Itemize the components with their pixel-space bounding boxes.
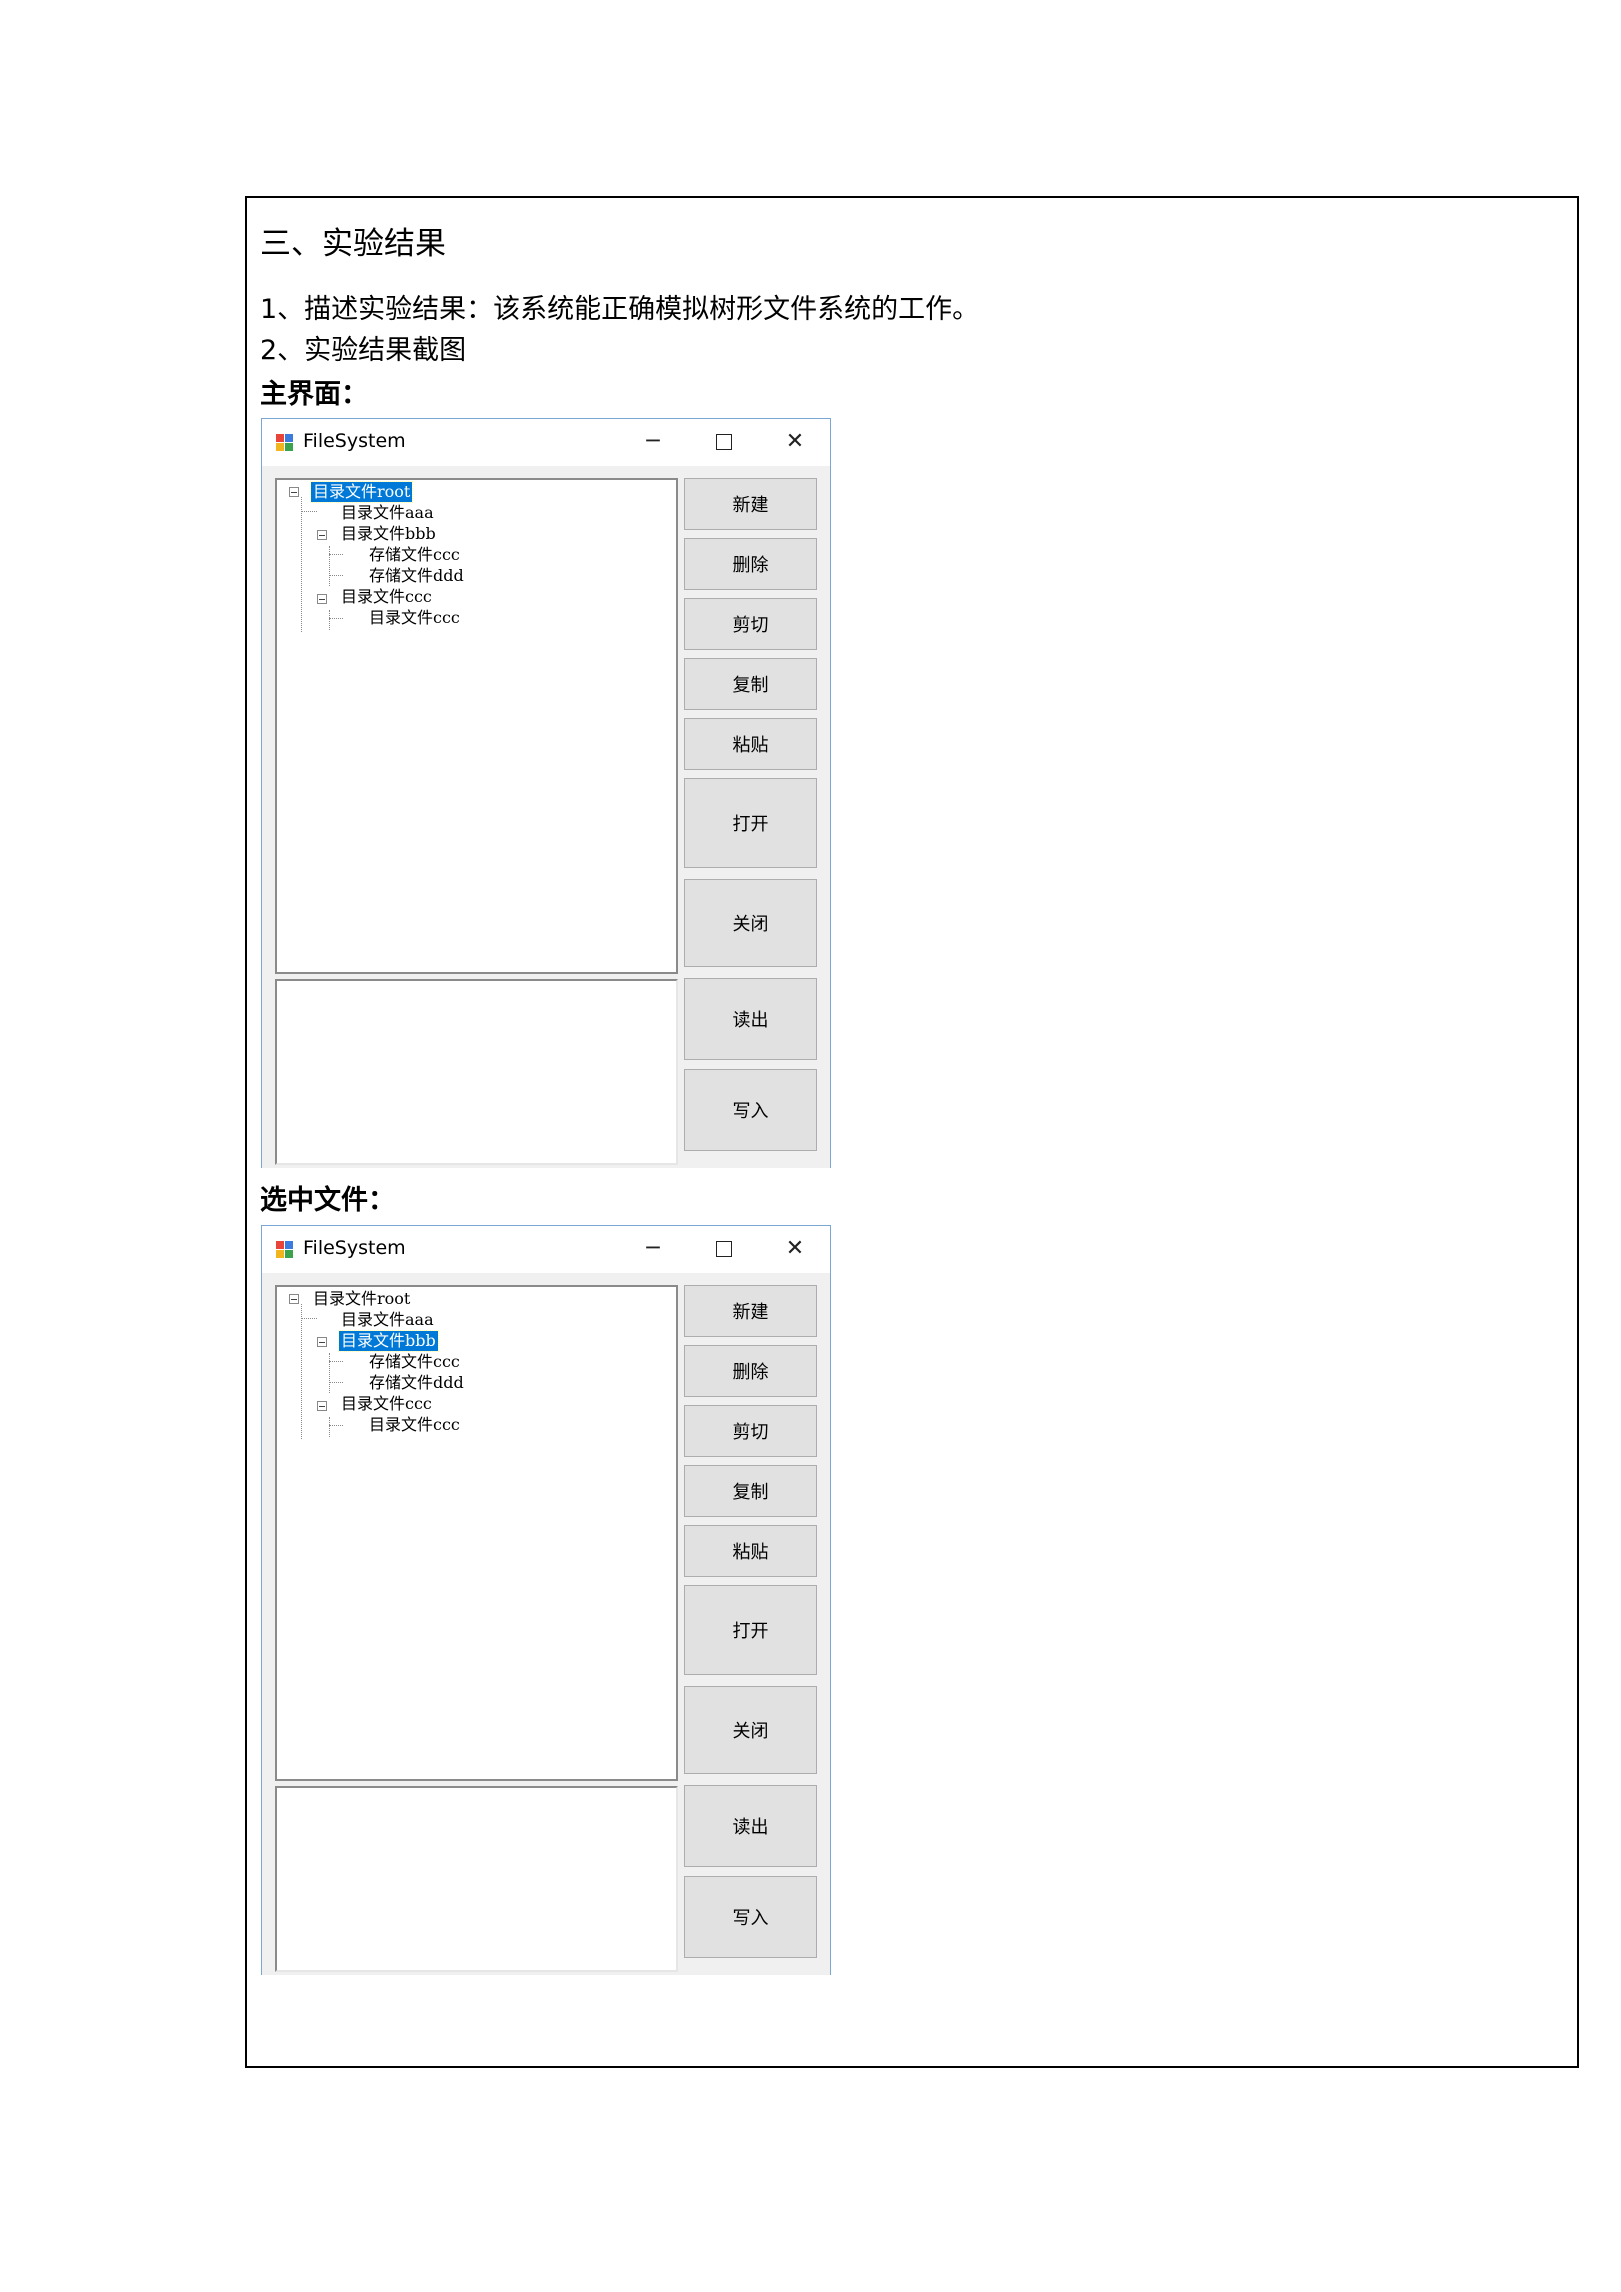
tree-guide-line xyxy=(329,575,343,576)
figure-caption-main: 主界面： xyxy=(260,379,368,410)
tree-guide-line xyxy=(301,497,302,632)
window-title: FileSystem xyxy=(303,1237,406,1259)
tree-guide-line xyxy=(301,1318,317,1319)
tree-guide-line xyxy=(301,511,317,512)
app-icon xyxy=(276,1241,294,1259)
tree-node-aaa[interactable]: 目录文件aaa xyxy=(339,503,436,523)
tree-guide-line xyxy=(329,546,330,586)
delete-button[interactable]: 删除 xyxy=(684,538,817,590)
window-title: FileSystem xyxy=(303,430,406,452)
maximize-button[interactable] xyxy=(708,427,740,457)
read-button[interactable]: 读出 xyxy=(684,978,817,1060)
figure-caption-selected: 选中文件： xyxy=(260,1185,395,1216)
filesystem-window-main: FileSystem ─ ✕ 目录文件root 目录文件aaa 目录文件bbb … xyxy=(261,418,831,1168)
tree-guide-line xyxy=(329,1361,343,1362)
filesystem-window-selected: FileSystem ─ ✕ 目录文件root 目录文件aaa 目录文件bbb … xyxy=(261,1225,831,1975)
collapse-icon[interactable] xyxy=(289,487,299,497)
tree-node-ccc-dir[interactable]: 目录文件ccc xyxy=(339,587,434,607)
tree-node-ccc-file[interactable]: 存储文件ccc xyxy=(367,545,462,565)
open-button[interactable]: 打开 xyxy=(684,1585,817,1675)
tree-node-ccc-file[interactable]: 存储文件ccc xyxy=(367,1352,462,1372)
tree-guide-line xyxy=(329,1417,330,1437)
tree-node-aaa[interactable]: 目录文件aaa xyxy=(339,1310,436,1330)
screenshot-heading: 2、实验结果截图 xyxy=(260,335,467,366)
tree-guide-line xyxy=(329,610,330,630)
content-textbox[interactable] xyxy=(275,979,678,1165)
content-textbox[interactable] xyxy=(275,1786,678,1972)
tree-guide-line xyxy=(329,1353,330,1393)
maximize-icon xyxy=(716,1241,732,1257)
collapse-icon[interactable] xyxy=(317,1337,327,1347)
write-button[interactable]: 写入 xyxy=(684,1069,817,1151)
tree-node-ccc-subdir[interactable]: 目录文件ccc xyxy=(367,608,462,628)
title-bar[interactable]: FileSystem ─ ✕ xyxy=(262,1226,830,1273)
close-button[interactable]: ✕ xyxy=(779,427,811,457)
new-button[interactable]: 新建 xyxy=(684,1285,817,1337)
close-button[interactable]: ✕ xyxy=(779,1234,811,1264)
tree-node-bbb[interactable]: 目录文件bbb xyxy=(338,1330,439,1352)
app-icon xyxy=(276,434,294,452)
tree-node-ccc-dir[interactable]: 目录文件ccc xyxy=(339,1394,434,1414)
tree-node-root[interactable]: 目录文件root xyxy=(311,1289,412,1309)
cut-button[interactable]: 剪切 xyxy=(684,1405,817,1457)
collapse-icon[interactable] xyxy=(289,1294,299,1304)
copy-button[interactable]: 复制 xyxy=(684,658,817,710)
collapse-icon[interactable] xyxy=(317,1401,327,1411)
write-button[interactable]: 写入 xyxy=(684,1876,817,1958)
minimize-button[interactable]: ─ xyxy=(637,427,669,457)
section-heading: 三、实验结果 xyxy=(260,226,446,262)
cut-button[interactable]: 剪切 xyxy=(684,598,817,650)
tree-guide-line xyxy=(329,554,343,555)
tree-node-bbb[interactable]: 目录文件bbb xyxy=(339,524,438,544)
paste-button[interactable]: 粘贴 xyxy=(684,1525,817,1577)
maximize-button[interactable] xyxy=(708,1234,740,1264)
tree-node-ddd-file[interactable]: 存储文件ddd xyxy=(367,566,466,586)
title-bar[interactable]: FileSystem ─ ✕ xyxy=(262,419,830,466)
tree-guide-line xyxy=(301,1304,302,1439)
paste-button[interactable]: 粘贴 xyxy=(684,718,817,770)
result-description: 1、描述实验结果：该系统能正确模拟树形文件系统的工作。 xyxy=(260,294,980,325)
close-file-button[interactable]: 关闭 xyxy=(684,879,817,967)
new-button[interactable]: 新建 xyxy=(684,478,817,530)
maximize-icon xyxy=(716,434,732,450)
minimize-button[interactable]: ─ xyxy=(637,1234,669,1264)
copy-button[interactable]: 复制 xyxy=(684,1465,817,1517)
file-tree-view[interactable]: 目录文件root 目录文件aaa 目录文件bbb 存储文件ccc 存储文件ddd… xyxy=(275,1285,678,1781)
collapse-icon[interactable] xyxy=(317,594,327,604)
file-tree-view[interactable]: 目录文件root 目录文件aaa 目录文件bbb 存储文件ccc 存储文件ddd… xyxy=(275,478,678,974)
tree-guide-line xyxy=(329,618,343,619)
tree-node-root[interactable]: 目录文件root xyxy=(309,481,414,503)
tree-guide-line xyxy=(329,1425,343,1426)
close-file-button[interactable]: 关闭 xyxy=(684,1686,817,1774)
collapse-icon[interactable] xyxy=(317,530,327,540)
open-button[interactable]: 打开 xyxy=(684,778,817,868)
read-button[interactable]: 读出 xyxy=(684,1785,817,1867)
delete-button[interactable]: 删除 xyxy=(684,1345,817,1397)
tree-node-ccc-subdir[interactable]: 目录文件ccc xyxy=(367,1415,462,1435)
tree-node-ddd-file[interactable]: 存储文件ddd xyxy=(367,1373,466,1393)
tree-guide-line xyxy=(329,1382,343,1383)
